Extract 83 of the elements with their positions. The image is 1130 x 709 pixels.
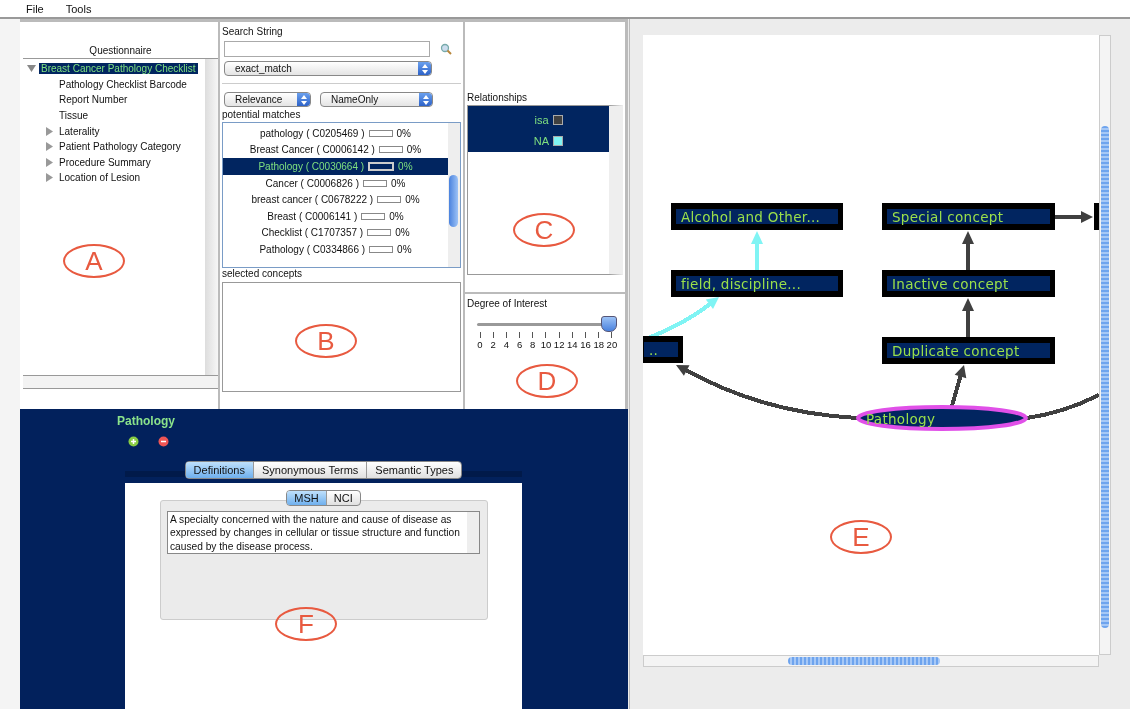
menu-item[interactable]: File — [26, 2, 44, 15]
search-field[interactable] — [224, 41, 430, 57]
annotation-label: E — [830, 520, 892, 554]
relationship-label[interactable]: NA — [533, 134, 550, 147]
slider-label: Degree of Interest — [467, 298, 549, 310]
interest-slider[interactable] — [477, 316, 617, 332]
annotation-label: F — [275, 607, 337, 641]
match-mode-dropdown[interactable]: exact_match — [224, 61, 432, 76]
up-down-arrows-icon — [422, 94, 429, 105]
tick-label: 14 — [567, 339, 578, 350]
edge-arrow — [962, 231, 974, 270]
concept-node[interactable]: Special concept — [882, 203, 1055, 230]
menu-item[interactable]: Tools — [65, 2, 92, 15]
edge-arrow — [1055, 211, 1093, 223]
scrollbar[interactable] — [448, 123, 460, 267]
tree-item[interactable]: Breast Cancer Pathology Checklist — [39, 63, 198, 75]
focus-node[interactable]: Pathology — [856, 405, 1028, 431]
edge-arrow — [751, 231, 763, 270]
scrollbar[interactable] — [643, 655, 1099, 667]
tick-label: 12 — [553, 339, 565, 350]
up-down-arrows-icon — [300, 94, 307, 105]
edge-arrow — [950, 365, 967, 407]
match-item[interactable]: pathology ( C0205469 ) 0% — [223, 125, 448, 142]
tree-item[interactable]: Location of Lesion — [57, 172, 143, 184]
panel-title: Relationships — [467, 92, 529, 104]
concept-node[interactable]: .. — [643, 336, 683, 363]
tick-label: 16 — [580, 339, 591, 350]
scrollbar[interactable] — [1099, 35, 1111, 655]
tick-label: 10 — [540, 339, 552, 350]
definition-text: A specialty concerned with the nature and cause of disease as expressed by changes in cellular or tissue structure and function caused by the disease process. — [167, 511, 480, 554]
tree-item[interactable]: Laterality — [57, 125, 102, 137]
match-item[interactable]: breast cancer ( C0678222 ) 0% — [223, 191, 448, 208]
concept-title: Pathology — [117, 414, 175, 428]
tick-label: 8 — [530, 339, 536, 350]
tick-label: 20 — [606, 339, 618, 350]
tick-label: 2 — [490, 339, 496, 350]
match-item[interactable]: Breast Cancer ( C0006142 ) 0% — [223, 141, 448, 159]
relationship-label[interactable]: isa — [534, 113, 549, 126]
slider-thumb[interactable] — [601, 316, 617, 332]
scrollbar[interactable] — [205, 59, 218, 375]
disclosure-triangle-icon[interactable] — [46, 173, 53, 183]
tick-label: 18 — [593, 339, 604, 350]
match-item[interactable]: Cancer ( C0006826 ) 0% — [223, 174, 448, 192]
disclosure-triangle-icon[interactable] — [46, 157, 53, 167]
source-tab[interactable]: MSH — [287, 491, 326, 505]
annotation-label: B — [295, 324, 357, 358]
search-icon[interactable] — [440, 43, 452, 55]
match-item[interactable]: Checklist ( C1707357 ) 0% — [223, 224, 448, 242]
add-icon[interactable] — [128, 436, 139, 447]
remove-icon[interactable] — [158, 436, 169, 447]
tree-item[interactable]: Tissue — [57, 110, 91, 122]
scrollbar[interactable] — [23, 376, 218, 389]
annotation-label: A — [63, 244, 125, 278]
source-tab[interactable]: NCI — [325, 491, 360, 505]
up-down-arrows-icon — [421, 63, 428, 74]
concept-node[interactable]: field, discipline... — [671, 270, 843, 297]
concept-node[interactable]: Inactive concept — [882, 270, 1055, 297]
tab[interactable]: Definitions — [185, 462, 253, 478]
tick-label: 0 — [477, 339, 483, 350]
tick-label: 4 — [503, 339, 509, 350]
edge-arrow — [962, 298, 974, 337]
tree-item[interactable]: Procedure Summary — [57, 156, 153, 168]
tree-item[interactable]: Report Number — [57, 94, 130, 106]
panel-title: Questionnaire — [23, 45, 218, 59]
sort-dropdown[interactable]: Relevance — [224, 92, 311, 107]
list-label: selected concepts — [222, 268, 304, 280]
annotation-label: C — [513, 213, 575, 247]
scope-dropdown[interactable]: NameOnly — [320, 92, 433, 107]
disclosure-triangle-icon[interactable] — [46, 142, 53, 152]
tree-item[interactable]: Pathology Checklist Barcode — [57, 78, 189, 90]
list-label: potential matches — [222, 109, 302, 121]
annotation-label: D — [516, 364, 578, 398]
disclosure-triangle-icon[interactable] — [46, 126, 53, 136]
tick-label: 6 — [516, 339, 523, 350]
match-item[interactable]: Breast ( C0006141 ) 0% — [223, 207, 448, 225]
tab[interactable]: Synonymous Terms — [252, 462, 367, 478]
match-item[interactable]: Pathology ( C0334866 ) 0% — [223, 241, 448, 258]
tab[interactable]: Semantic Types — [366, 462, 462, 478]
concept-node[interactable]: Alcohol and Other... — [671, 203, 843, 230]
match-item[interactable]: Pathology ( C0030664 ) 0% — [223, 158, 448, 175]
tree-item[interactable]: Patient Pathology Category — [57, 141, 183, 153]
field-label: Search String — [222, 26, 284, 38]
concept-node[interactable]: Duplicate concept — [882, 337, 1055, 364]
